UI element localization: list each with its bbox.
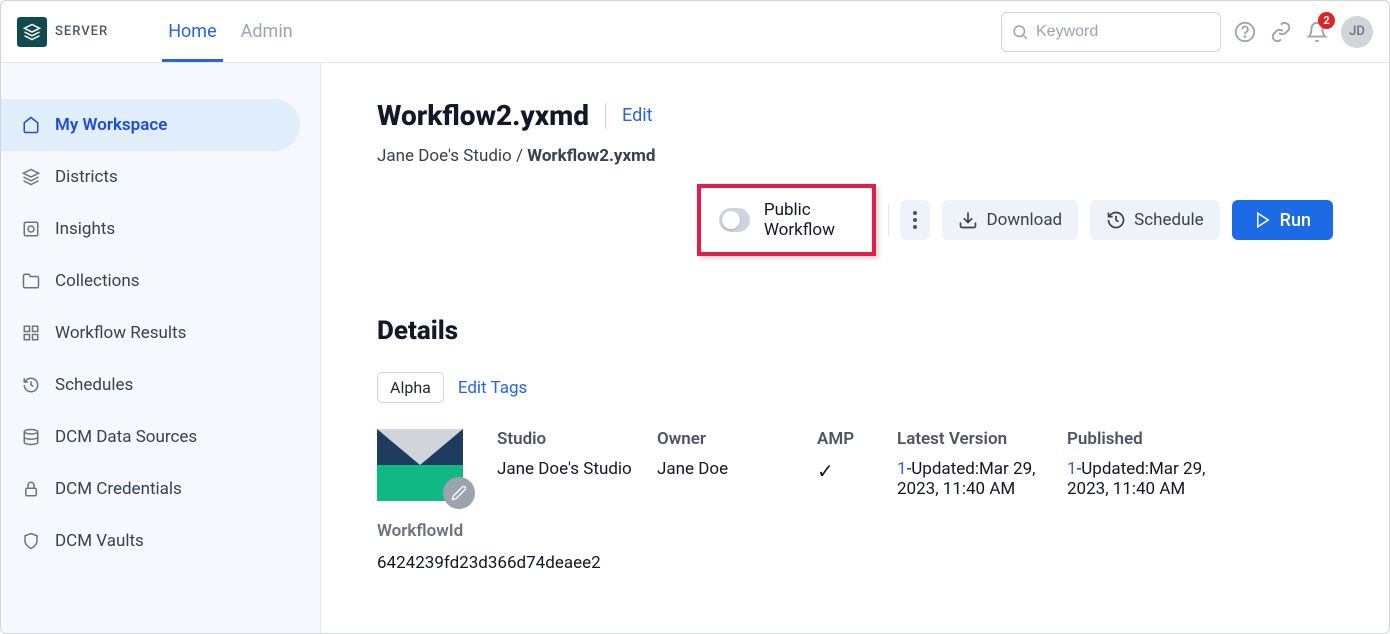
download-button[interactable]: Download [942,200,1078,240]
divider [888,204,889,236]
help-icon[interactable] [1233,20,1257,44]
sidebar-item-label: Collections [55,271,140,291]
sidebar-item-label: Insights [55,219,115,239]
sidebar-item-collections[interactable]: Collections [1,255,300,307]
sidebar-item-label: My Workspace [55,115,167,135]
download-icon [958,210,978,230]
schedule-icon [1106,210,1126,230]
results-icon [21,324,41,342]
val-studio: Jane Doe's Studio [497,459,657,479]
bell-icon[interactable]: 2 [1305,20,1329,44]
toggle-label: Public Workflow [764,200,854,240]
col-owner: Owner [657,429,817,449]
val-amp: ✓ [817,459,897,483]
sidebar-item-districts[interactable]: Districts [1,151,300,203]
workflow-thumbnail [377,429,463,501]
shield-icon [21,532,41,550]
run-button[interactable]: Run [1232,200,1333,240]
toggle-switch[interactable] [719,208,750,232]
col-studio: Studio [497,429,657,449]
schedule-label: Schedule [1134,210,1203,230]
breadcrumb-parent[interactable]: Jane Doe's Studio [377,146,512,166]
col-published: Published [1067,429,1237,449]
sidebar-item-dcm-credentials[interactable]: DCM Credentials [1,463,300,515]
page-title: Workflow2.yxmd [377,99,589,132]
notification-badge: 2 [1318,12,1335,29]
breadcrumb-current: Workflow2.yxmd [527,146,655,166]
tab-home[interactable]: Home [168,1,216,62]
sidebar-item-insights[interactable]: Insights [1,203,300,255]
edit-tags-link[interactable]: Edit Tags [458,378,527,398]
brand-text: SERVER [55,24,108,39]
val-published: 1-Updated:Mar 29, 2023, 11:40 AM [1067,459,1237,499]
avatar[interactable]: JD [1341,16,1373,48]
run-label: Run [1280,210,1311,231]
download-label: Download [986,210,1062,230]
divider [605,103,606,129]
edit-thumbnail-button[interactable] [443,477,475,509]
sidebar-item-label: DCM Credentials [55,479,182,499]
sidebar-item-dcm-vaults[interactable]: DCM Vaults [1,515,300,567]
val-owner: Jane Doe [657,459,817,479]
sidebar-item-dcm-data-sources[interactable]: DCM Data Sources [1,411,300,463]
val-latest-version: 1-Updated:Mar 29, 2023, 11:40 AM [897,459,1067,499]
schedule-button[interactable]: Schedule [1090,200,1219,240]
search-icon [1011,23,1029,41]
sidebar-item-label: DCM Vaults [55,531,144,551]
lock-icon [21,480,41,498]
insights-icon [21,220,41,238]
edit-link[interactable]: Edit [622,105,652,126]
public-workflow-toggle[interactable]: Public Workflow [697,184,876,256]
tag-alpha[interactable]: Alpha [377,372,444,403]
sidebar-item-schedules[interactable]: Schedules [1,359,300,411]
workflow-id-value: 6424239fd23d366d74deaee2 [377,553,497,573]
sidebar-item-workflow-results[interactable]: Workflow Results [1,307,300,359]
workflow-id-label: WorkflowId [377,521,497,541]
sidebar-item-label: Districts [55,167,118,187]
col-amp: AMP [817,429,897,449]
sidebar: My Workspace Districts Insights Collecti… [1,63,321,633]
brand: SERVER [17,17,108,47]
link-icon[interactable] [1269,20,1293,44]
folder-icon [21,272,41,290]
sidebar-item-label: DCM Data Sources [55,427,197,447]
sidebar-item-label: Schedules [55,375,133,395]
search-input[interactable] [1001,12,1221,52]
details-heading: Details [377,316,1333,346]
breadcrumb: Jane Doe's Studio / Workflow2.yxmd [377,146,1333,166]
tab-admin[interactable]: Admin [241,1,293,62]
sidebar-item-my-workspace[interactable]: My Workspace [1,99,300,151]
sidebar-item-label: Workflow Results [55,323,186,343]
col-latest-version: Latest Version [897,429,1067,449]
more-menu-button[interactable] [900,200,930,240]
database-icon [21,428,41,446]
layers-icon [21,168,41,186]
history-icon [21,376,41,394]
home-icon [21,116,41,134]
logo-icon [17,17,47,47]
play-icon [1254,211,1272,229]
